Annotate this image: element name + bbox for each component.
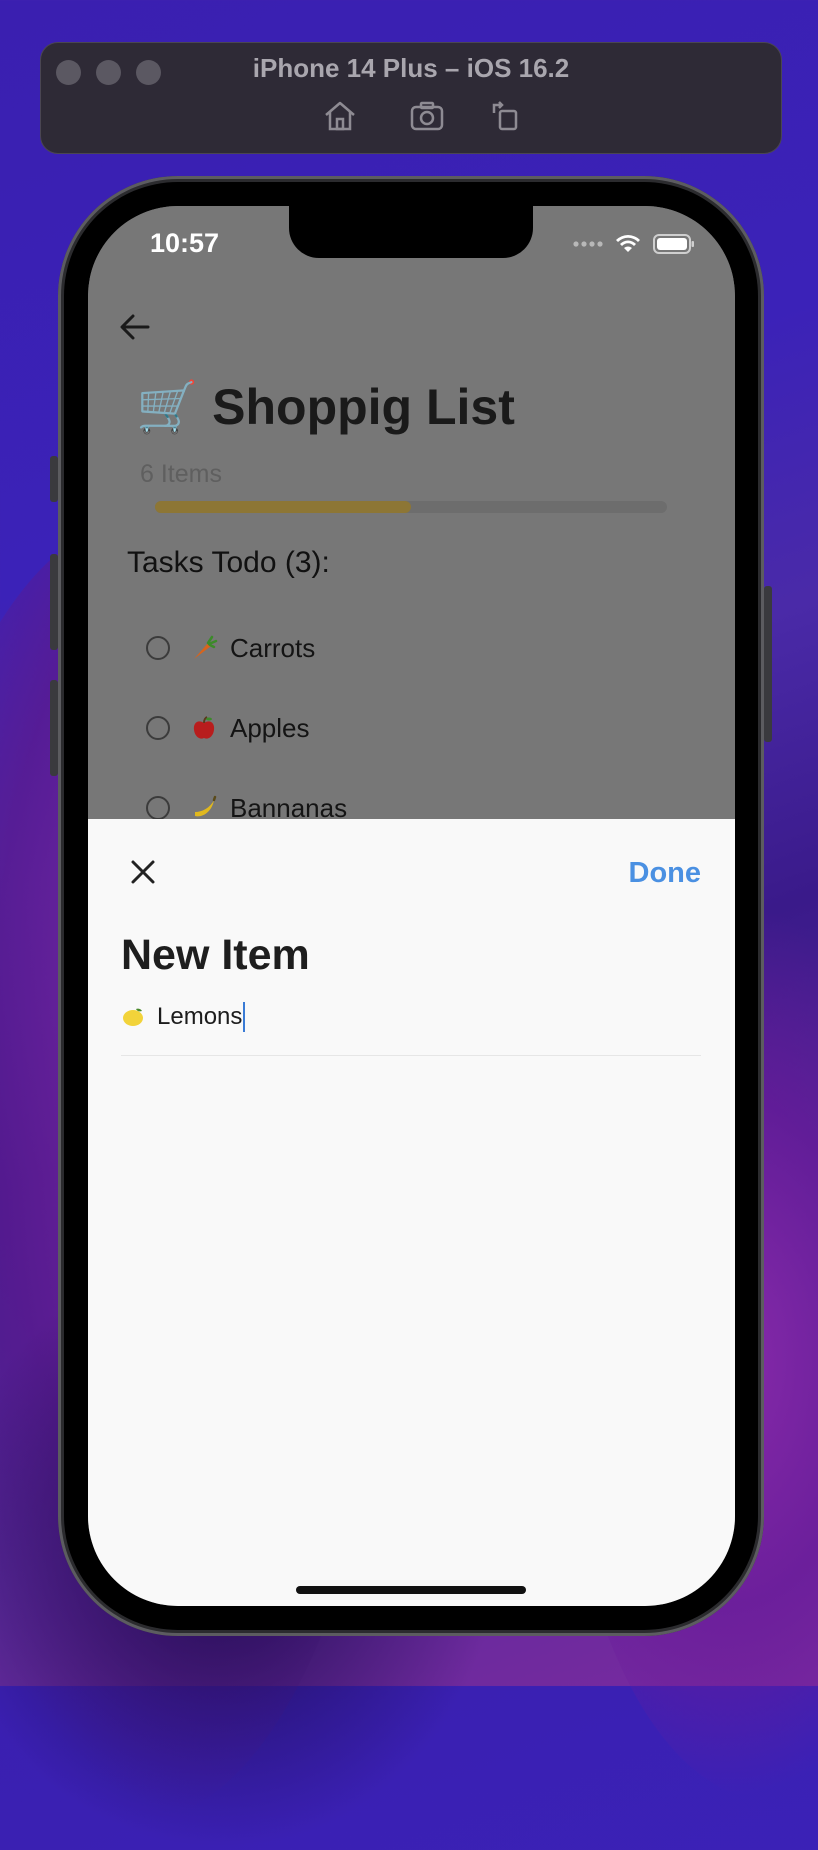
banana-icon <box>195 795 217 817</box>
home-indicator <box>296 1586 526 1594</box>
power-button <box>764 586 772 742</box>
back-arrow-icon[interactable] <box>118 312 152 342</box>
lemon-icon <box>123 1008 143 1026</box>
input-underline <box>121 1055 701 1056</box>
item-name-input[interactable]: Lemons <box>121 997 701 1037</box>
apple-icon <box>193 716 215 739</box>
page-title: 🛒 Shoppig List <box>136 379 515 435</box>
item-count: 6 Items <box>140 460 222 488</box>
progress-bar <box>155 501 667 513</box>
task-item[interactable]: Carrots <box>146 628 315 668</box>
mute-switch <box>50 456 58 502</box>
task-checkbox[interactable] <box>146 796 170 820</box>
volume-down-button <box>50 680 58 776</box>
task-checkbox[interactable] <box>146 636 170 660</box>
simulator-titlebar: iPhone 14 Plus – iOS 16.2 <box>40 42 782 154</box>
section-header: Tasks Todo (3): <box>127 546 330 579</box>
volume-up-button <box>50 554 58 650</box>
done-button[interactable]: Done <box>629 857 702 890</box>
phone-screen: 10:57 🛒 Shoppig List 6 Items Tasks Todo … <box>88 206 735 1606</box>
notch <box>289 206 533 258</box>
item-name-text: Lemons <box>157 1003 243 1030</box>
task-checkbox[interactable] <box>146 716 170 740</box>
status-icons <box>573 234 695 254</box>
wifi-icon <box>616 235 640 252</box>
rotate-icon[interactable] <box>488 99 524 133</box>
cellular-icon <box>573 241 603 247</box>
screenshot-icon[interactable] <box>409 99 445 133</box>
sheet-title: New Item <box>121 931 310 979</box>
progress-fill <box>155 501 411 513</box>
home-icon[interactable] <box>322 99 358 133</box>
simulator-title: iPhone 14 Plus – iOS 16.2 <box>252 53 570 83</box>
close-icon[interactable] <box>130 859 156 885</box>
battery-icon <box>653 234 694 254</box>
new-item-sheet: Done New Item Lemons <box>88 819 735 1606</box>
carrot-icon <box>194 635 218 659</box>
task-label: Apples <box>230 712 310 743</box>
status-time: 10:57 <box>150 228 220 258</box>
shopping-list-screen: 10:57 🛒 Shoppig List 6 Items Tasks Todo … <box>88 206 735 846</box>
text-caret <box>243 1002 246 1032</box>
task-label: Carrots <box>230 632 316 663</box>
task-item[interactable]: Apples <box>146 708 310 748</box>
